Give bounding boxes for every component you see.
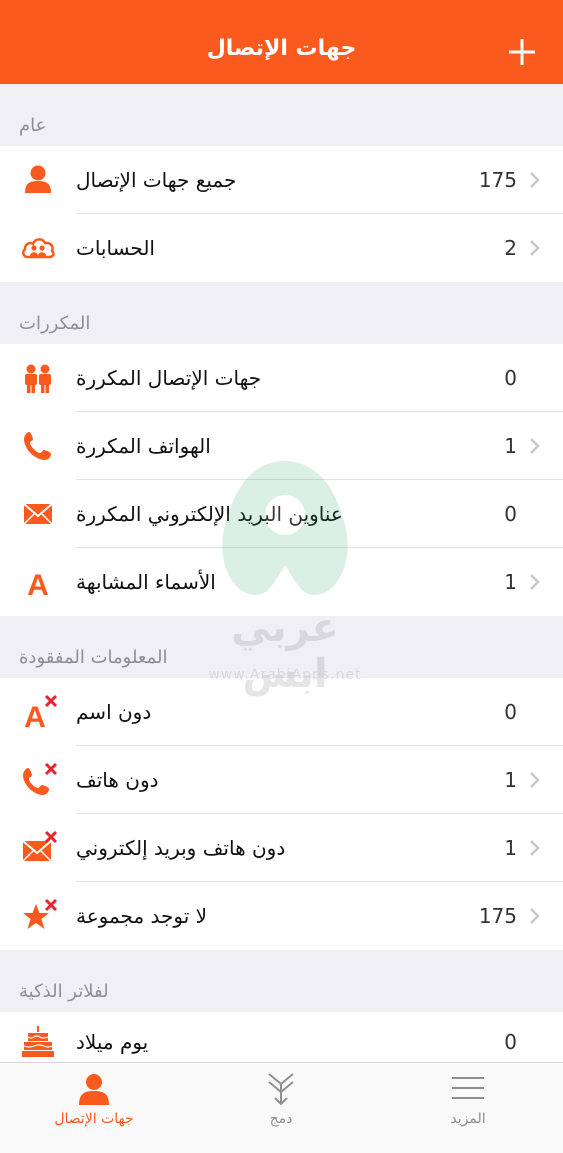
chevron-right-icon — [529, 572, 541, 592]
row-no-phone-email[interactable]: دون هاتف وبريد إلكتروني 1 — [0, 814, 563, 882]
tab-label: دمج — [269, 1111, 293, 1127]
row-count: 1 — [504, 570, 517, 594]
tab-label: المزيد — [450, 1111, 486, 1127]
tab-merge[interactable]: دمج — [211, 1063, 351, 1153]
chevron-right-icon — [529, 238, 541, 258]
phone-missing-icon — [20, 762, 58, 798]
letter-a-icon: A — [20, 564, 56, 602]
chevron-right-icon — [529, 838, 541, 858]
row-birthday[interactable]: يوم ميلاد 0 — [0, 1012, 563, 1062]
person-icon — [76, 1071, 112, 1107]
row-accounts[interactable]: الحسابات 2 — [0, 214, 563, 282]
row-count: 1 — [504, 836, 517, 860]
row-label: لا توجد مجموعة — [76, 904, 208, 928]
menu-icon — [450, 1071, 486, 1107]
people-icon — [20, 360, 56, 396]
tab-more[interactable]: المزيد — [398, 1063, 538, 1153]
row-label: الهواتف المكررة — [76, 434, 211, 458]
svg-text:A: A — [27, 569, 49, 600]
row-count: 1 — [504, 768, 517, 792]
row-duplicate-phones[interactable]: الهواتف المكررة 1 — [0, 412, 563, 480]
row-label: الحسابات — [76, 236, 155, 260]
row-count: 1 — [504, 434, 517, 458]
row-label: دون اسم — [76, 700, 152, 724]
row-label: جهات الإتصال المكررة — [76, 366, 262, 390]
star-missing-icon — [20, 898, 58, 934]
nav-header: جهات الإتصال — [0, 0, 563, 84]
add-contact-button[interactable] — [506, 36, 538, 68]
phone-icon — [20, 428, 56, 464]
chevron-right-icon — [529, 770, 541, 790]
chevron-right-icon — [529, 906, 541, 926]
merge-icon — [263, 1071, 299, 1107]
svg-text:A: A — [24, 701, 46, 730]
row-label: جميع جهات الإتصال — [76, 168, 237, 192]
row-count: 0 — [504, 366, 517, 390]
row-count: 175 — [478, 904, 517, 928]
section-header-missing-info: المعلومات المفقودة — [0, 616, 563, 678]
plus-icon — [509, 39, 535, 65]
letter-a-missing-icon: A — [20, 694, 58, 734]
row-no-group[interactable]: لا توجد مجموعة 175 — [0, 882, 563, 950]
row-no-name[interactable]: A دون اسم 0 — [0, 678, 563, 746]
row-duplicate-contacts[interactable]: جهات الإتصال المكررة 0 — [0, 344, 563, 412]
section-title: المكررات — [19, 313, 91, 334]
page-title: جهات الإتصال — [206, 36, 357, 61]
row-label: عناوين البريد الإلكتروني المكررة — [76, 502, 343, 526]
section-header-smart-filters: لفلاتر الذكية — [0, 950, 563, 1012]
chevron-right-icon — [529, 436, 541, 456]
row-count: 175 — [478, 168, 517, 192]
tab-contacts[interactable]: جهات الإتصال — [24, 1063, 164, 1153]
section-header-duplicates: المكررات — [0, 282, 563, 344]
person-icon — [20, 162, 56, 198]
birthday-cake-icon — [20, 1024, 56, 1060]
section-header-general: عام — [0, 84, 563, 146]
chevron-right-icon — [529, 170, 541, 190]
section-title: المعلومات المفقودة — [19, 647, 168, 668]
row-no-phone[interactable]: دون هاتف 1 — [0, 746, 563, 814]
row-similar-names[interactable]: A الأسماء المشابهة 1 — [0, 548, 563, 616]
row-count: 0 — [504, 502, 517, 526]
row-count: 0 — [504, 700, 517, 724]
contacts-list[interactable]: عام جميع جهات الإتصال 175 الحسابات 2 الم… — [0, 84, 563, 1062]
row-duplicate-emails[interactable]: عناوين البريد الإلكتروني المكررة 0 — [0, 480, 563, 548]
envelope-missing-icon — [20, 830, 58, 866]
envelope-icon — [20, 496, 56, 532]
row-label: دون هاتف — [76, 768, 159, 792]
row-all-contacts[interactable]: جميع جهات الإتصال 175 — [0, 146, 563, 214]
contacts-screen: جهات الإتصال عام جميع جهات الإتصال 175 ا… — [0, 0, 563, 1153]
row-label: يوم ميلاد — [76, 1030, 149, 1054]
row-count: 2 — [504, 236, 517, 260]
row-label: الأسماء المشابهة — [76, 570, 216, 594]
row-count: 0 — [504, 1030, 517, 1054]
row-label: دون هاتف وبريد إلكتروني — [76, 836, 286, 860]
tab-bar: المزيد دمج جهات الإتصال — [0, 1062, 563, 1153]
section-title: عام — [19, 115, 47, 136]
cloud-users-icon — [20, 230, 56, 266]
section-title: لفلاتر الذكية — [19, 981, 109, 1002]
tab-label: جهات الإتصال — [54, 1111, 134, 1127]
